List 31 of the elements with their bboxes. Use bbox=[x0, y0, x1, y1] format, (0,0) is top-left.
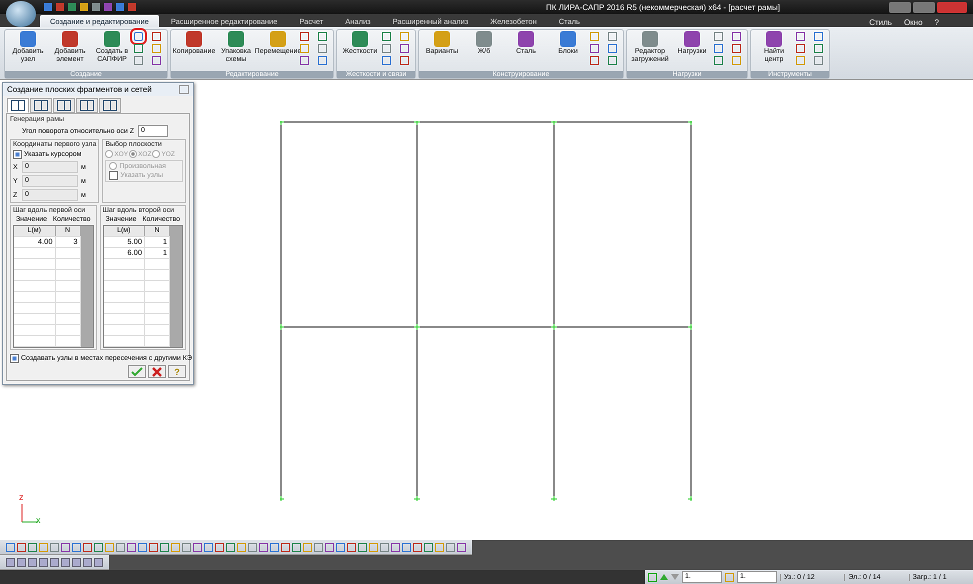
tool-icon[interactable] bbox=[714, 32, 723, 41]
window-title: ПК ЛИРА-САПР 2016 R5 (некоммерческая) x64 - [расчет рамы] bbox=[546, 2, 780, 12]
radio-button[interactable] bbox=[129, 150, 138, 158]
grid-tab[interactable] bbox=[99, 98, 121, 113]
grid-tab[interactable] bbox=[7, 98, 29, 113]
radio-button[interactable] bbox=[152, 150, 160, 158]
radio-button[interactable] bbox=[105, 150, 114, 158]
menu-item[interactable]: Окно bbox=[900, 18, 927, 27]
menu-item[interactable]: Стиль bbox=[865, 18, 896, 27]
menu-item[interactable]: ? bbox=[930, 18, 943, 27]
close-button[interactable] bbox=[937, 2, 967, 12]
grid-tab[interactable] bbox=[76, 98, 98, 113]
apply-button[interactable] bbox=[128, 365, 146, 378]
checkbox[interactable] bbox=[10, 354, 19, 363]
minimize-button[interactable] bbox=[889, 2, 911, 12]
radio-button[interactable] bbox=[109, 162, 118, 170]
grid-tab[interactable] bbox=[53, 98, 75, 113]
checkbox[interactable] bbox=[109, 171, 118, 180]
checkbox[interactable] bbox=[13, 150, 22, 159]
up-arrow-icon[interactable] bbox=[660, 574, 668, 580]
close-button[interactable] bbox=[179, 85, 189, 94]
grid-tab[interactable] bbox=[30, 98, 52, 113]
tool-icon[interactable] bbox=[382, 32, 391, 41]
cancel-button[interactable] bbox=[148, 365, 166, 378]
dialog-title: Создание плоских фрагментов и сетей bbox=[7, 85, 152, 94]
tool-icon[interactable] bbox=[300, 32, 309, 41]
maximize-button[interactable] bbox=[913, 2, 935, 12]
z-axis-label: z bbox=[19, 492, 24, 502]
tool-icon[interactable] bbox=[796, 32, 805, 41]
tool-icon[interactable] bbox=[648, 572, 657, 582]
app-logo-icon[interactable] bbox=[6, 1, 36, 27]
